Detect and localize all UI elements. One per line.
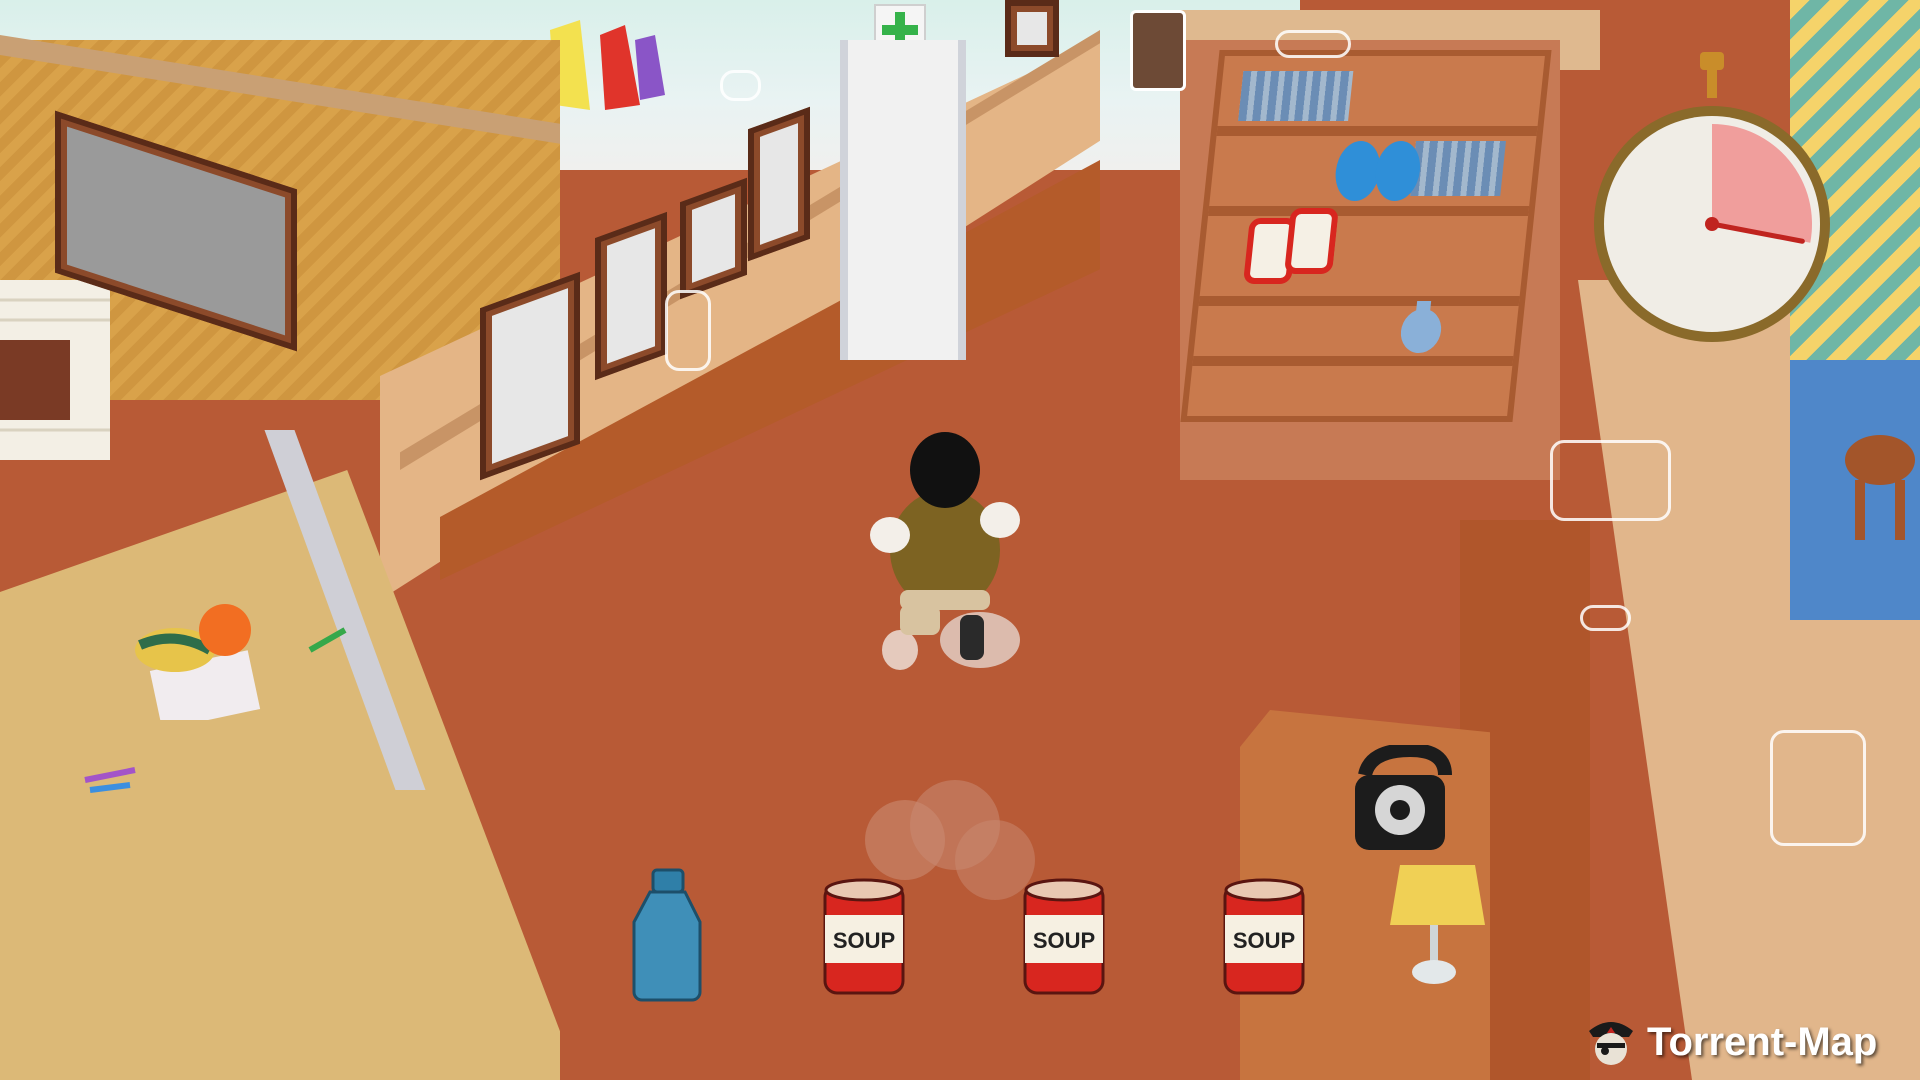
- item-outline[interactable]: [1770, 730, 1866, 846]
- portrait-frame: [1005, 0, 1059, 57]
- soup-label: SOUP: [1233, 928, 1295, 953]
- blue-slippers-icon[interactable]: [1329, 136, 1426, 206]
- soup-can-icon: SOUP: [823, 878, 905, 995]
- inventory-slot-2[interactable]: SOUP: [817, 860, 912, 1005]
- portrait-frame: [480, 271, 580, 481]
- soup-label: SOUP: [1033, 928, 1095, 953]
- watermark-text: Torrent-Map: [1647, 1019, 1878, 1064]
- rocking-horse-icon[interactable]: [1830, 400, 1920, 570]
- child-drawing-character[interactable]: [115, 600, 265, 720]
- crayon-icon[interactable]: [305, 620, 355, 660]
- inventory-slot-3[interactable]: SOUP: [1017, 860, 1112, 1005]
- item-outline[interactable]: [1580, 605, 1631, 631]
- inventory-slot-4[interactable]: SOUP: [1217, 860, 1312, 1005]
- pirate-logo-icon: [1589, 1022, 1633, 1065]
- inventory-slot-1[interactable]: [620, 860, 715, 1005]
- bookshelf[interactable]: [1180, 50, 1552, 422]
- soup-can-icon: SOUP: [1223, 878, 1305, 995]
- item-outline[interactable]: [1550, 440, 1671, 521]
- watermark: Torrent-Map: [1585, 1012, 1877, 1072]
- stopwatch-timer: [1594, 52, 1830, 342]
- suitcase[interactable]: [1130, 10, 1186, 91]
- soup-label: SOUP: [833, 928, 895, 953]
- rotary-phone-icon[interactable]: [1350, 745, 1455, 865]
- water-bottle-icon: [632, 868, 702, 1002]
- portrait-frame: [748, 106, 810, 262]
- vase-icon[interactable]: [1393, 296, 1449, 356]
- books: [1238, 71, 1354, 121]
- soup-can-icon: SOUP: [1023, 878, 1105, 995]
- bathroom-doorway[interactable]: [840, 40, 966, 360]
- player-character[interactable]: [860, 425, 1030, 685]
- inventory-bar: SOUP SOUP SOUP: [620, 860, 1310, 1005]
- item-outline[interactable]: [1275, 30, 1351, 58]
- item-outline[interactable]: [720, 70, 761, 101]
- item-outline[interactable]: [665, 290, 711, 371]
- crayons-icon[interactable]: [80, 740, 160, 800]
- shelf-soup-cans-icon[interactable]: [1240, 206, 1339, 296]
- table-lamp-icon[interactable]: [1380, 860, 1490, 990]
- portrait-frame: [595, 211, 667, 381]
- fireplace-icon: [0, 280, 110, 460]
